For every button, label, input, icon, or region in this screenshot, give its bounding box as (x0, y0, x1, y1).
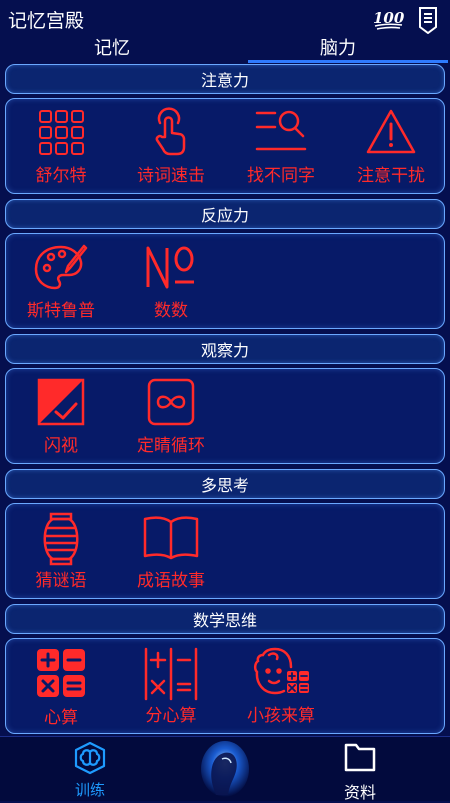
section-body: 心算 分心算 小孩来算 (5, 638, 445, 734)
item-stroop[interactable]: 斯特鲁普 (6, 238, 116, 326)
brain-avatar-button[interactable] (196, 739, 254, 799)
item-schulte[interactable]: 舒尔特 (6, 103, 116, 191)
item-label: 注意干扰 (357, 166, 425, 186)
section-observation: 观察力 闪视 定睛循环 (5, 334, 445, 464)
lantern-icon (43, 512, 79, 566)
section-attention: 注意力 舒尔特 诗词速击 找不同字 注意干扰 (5, 64, 445, 194)
item-idiom-stories[interactable]: 成语故事 (116, 508, 226, 596)
section-header: 注意力 (5, 64, 445, 94)
item-label: 定睛循环 (137, 436, 205, 456)
section-thinking: 多思考 猜谜语 成语故事 (5, 469, 445, 599)
nav-train[interactable]: 训练 (60, 741, 120, 799)
section-body: 舒尔特 诗词速击 找不同字 注意干扰 (5, 98, 445, 194)
item-label: 小孩来算 (247, 706, 315, 726)
math-symbols-icon (144, 647, 198, 701)
nav-data-label: 资料 (343, 783, 376, 802)
item-poem-tap[interactable]: 诗词速击 (116, 103, 226, 191)
tab-brain[interactable]: 脑力 (320, 34, 356, 60)
item-label: 心算 (44, 708, 78, 728)
book-icon (143, 516, 199, 560)
section-header: 观察力 (5, 334, 445, 364)
section-header: 多思考 (5, 469, 445, 499)
item-label: 分心算 (145, 706, 197, 726)
palette-icon (34, 244, 88, 290)
section-header: 反应力 (5, 199, 445, 229)
item-kids-math[interactable]: 小孩来算 (226, 643, 336, 731)
item-label: 猜谜语 (35, 571, 87, 591)
item-label: 找不同字 (247, 166, 315, 186)
nav-data[interactable]: 资料 (330, 741, 390, 802)
grid-icon (39, 110, 84, 155)
item-label: 闪视 (44, 436, 78, 456)
item-riddles[interactable]: 猜谜语 (6, 508, 116, 596)
calculator-icon (37, 649, 85, 697)
search-lines-icon (255, 110, 307, 151)
item-find-different-char[interactable]: 找不同字 (226, 103, 336, 191)
section-reaction: 反应力 斯特鲁普 数数 (5, 199, 445, 329)
section-body: 猜谜语 成语故事 (5, 503, 445, 599)
numero-icon (146, 246, 194, 289)
content-area: 注意力 舒尔特 诗词速击 找不同字 注意干扰 反应力 斯特鲁普 数数 观察力 闪… (0, 64, 450, 736)
item-label: 舒尔特 (35, 166, 87, 186)
item-label: 斯特鲁普 (27, 301, 95, 321)
item-count[interactable]: 数数 (116, 238, 226, 326)
title-bar: 记忆宫殿 100 (0, 0, 450, 36)
section-math: 数学思维 心算 分心算 小孩来算 (5, 604, 445, 734)
child-math-icon (253, 647, 309, 695)
section-body: 闪视 定睛循环 (5, 368, 445, 464)
item-label: 诗词速击 (137, 166, 205, 186)
item-attention-interference[interactable]: 注意干扰 (336, 103, 446, 191)
tab-indicator (248, 60, 448, 63)
app-title: 记忆宫殿 (8, 10, 85, 32)
hundred-points-icon[interactable]: 100 (372, 6, 405, 30)
item-distracted-math[interactable]: 分心算 (116, 643, 226, 731)
bottom-nav: 训练 资料 (0, 736, 450, 802)
warning-icon (366, 109, 416, 154)
section-header: 数学思维 (5, 604, 445, 634)
item-gaze-loop[interactable]: 定睛循环 (116, 373, 226, 461)
tap-finger-icon (155, 107, 186, 156)
flash-view-icon (37, 378, 85, 426)
folder-icon (344, 743, 376, 772)
note-icon[interactable] (416, 6, 440, 35)
infinity-icon (147, 378, 195, 426)
tab-memory[interactable]: 记忆 (94, 34, 130, 60)
nav-train-label: 训练 (74, 781, 105, 799)
section-body: 斯特鲁普 数数 (5, 233, 445, 329)
brain-icon (74, 741, 106, 775)
item-label: 数数 (154, 301, 188, 321)
item-mental-math[interactable]: 心算 (6, 643, 116, 731)
item-label: 成语故事 (137, 571, 205, 591)
item-flash-view[interactable]: 闪视 (6, 373, 116, 461)
